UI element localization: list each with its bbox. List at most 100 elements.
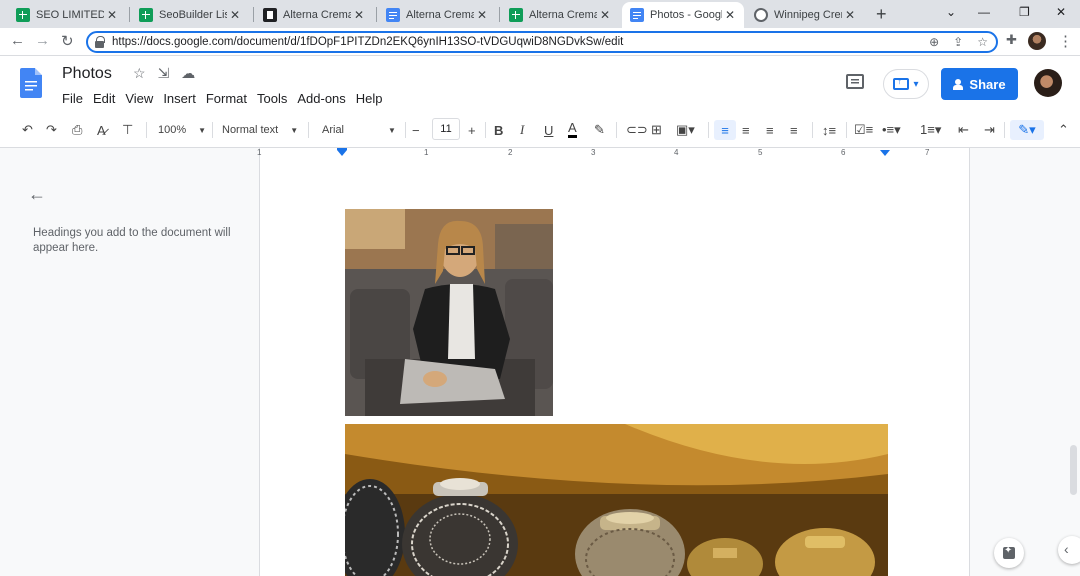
menu-help[interactable]: Help	[356, 91, 383, 106]
ruler-number: 1	[257, 148, 262, 157]
url-field[interactable]: https://docs.google.com/document/d/1fDOp…	[86, 31, 998, 53]
underline-button[interactable]: U	[544, 120, 553, 140]
move-icon[interactable]: ⇲	[158, 65, 170, 82]
font-family-select[interactable]: Arial ▼	[322, 120, 402, 140]
forward-icon[interactable]: →	[35, 32, 50, 49]
close-tab-icon[interactable]: ✕	[597, 8, 613, 22]
highlight-color-icon[interactable]: ✎	[594, 120, 605, 140]
ruler-page-area[interactable]: 1 1 2 3 4 5 6 7	[257, 148, 970, 160]
dropdown-arrow-icon: ▼	[388, 125, 396, 135]
close-outline-arrow-icon[interactable]: ←	[28, 184, 46, 205]
insert-link-icon[interactable]: ⊂⊃	[626, 120, 648, 140]
align-left-icon[interactable]: ≡	[714, 120, 736, 140]
collapse-menus-icon[interactable]: ⌃	[1058, 120, 1069, 140]
site-favicon-icon	[263, 8, 277, 22]
numbered-list-icon[interactable]: 1≡▾	[920, 120, 941, 140]
close-window-icon[interactable]: ✕	[1056, 5, 1066, 19]
decrease-indent-icon[interactable]: ⇤	[958, 120, 969, 140]
share-button[interactable]: Share	[941, 68, 1018, 100]
menu-addons[interactable]: Add-ons	[297, 91, 345, 106]
side-panel-toggle-icon[interactable]: ‹	[1058, 536, 1080, 564]
style-value: Normal text	[222, 124, 279, 136]
browser-tab[interactable]: Winnipeg Crema ✕	[746, 2, 864, 28]
star-icon[interactable]: ☆	[133, 65, 146, 82]
menu-tools[interactable]: Tools	[257, 91, 287, 106]
ruler-number: 6	[841, 148, 846, 157]
browser-tab-active[interactable]: Photos - Google ✕	[622, 2, 744, 28]
toolbar-divider	[846, 122, 847, 138]
menu-edit[interactable]: Edit	[93, 91, 115, 106]
document-title[interactable]: Photos	[62, 65, 112, 83]
account-avatar[interactable]	[1034, 69, 1062, 97]
align-center-icon[interactable]: ≡	[742, 120, 750, 140]
checklist-icon[interactable]: ☑≡	[854, 120, 873, 140]
line-spacing-icon[interactable]: ↕≡	[822, 120, 836, 140]
paint-format-icon[interactable]: ⊤	[122, 120, 133, 140]
cloud-status-icon[interactable]: ☁	[181, 65, 195, 82]
browser-tab[interactable]: Alterna Crematio ✕	[378, 2, 496, 28]
dropdown-arrow-icon: ▼	[290, 125, 299, 135]
print-icon[interactable]: ⎙	[72, 120, 82, 140]
bold-button[interactable]: B	[494, 120, 503, 140]
back-icon[interactable]: ←	[10, 32, 25, 49]
tab-separator	[129, 7, 130, 22]
increase-font-size-icon[interactable]: +	[468, 120, 476, 140]
add-comment-icon[interactable]: ⊞	[651, 120, 662, 140]
italic-button[interactable]: I	[520, 120, 524, 140]
decrease-font-size-icon[interactable]: −	[412, 120, 420, 140]
font-size-input[interactable]: 11	[432, 118, 460, 140]
menu-format[interactable]: Format	[206, 91, 247, 106]
close-tab-icon[interactable]: ✕	[104, 8, 120, 22]
menu-view[interactable]: View	[125, 91, 153, 106]
menu-insert[interactable]: Insert	[163, 91, 196, 106]
vertical-scrollbar[interactable]	[1068, 160, 1080, 576]
restore-icon[interactable]: ❐	[1019, 5, 1030, 19]
close-tab-icon[interactable]: ✕	[351, 8, 367, 22]
present-button[interactable]: ▾	[883, 69, 929, 99]
toolbar-divider	[146, 122, 147, 138]
close-tab-icon[interactable]: ✕	[474, 8, 490, 22]
minimize-icon[interactable]: —	[978, 5, 990, 19]
editing-mode-icon[interactable]: ✎▾	[1010, 120, 1044, 140]
lock-icon[interactable]	[95, 36, 105, 48]
undo-icon[interactable]: ↶	[22, 120, 33, 140]
browser-tab[interactable]: Alterna Crematio ✕	[501, 2, 619, 28]
urns-photo[interactable]	[345, 424, 888, 576]
google-sheets-icon	[139, 8, 153, 22]
justify-icon[interactable]: ≡	[790, 120, 798, 140]
spellcheck-icon[interactable]: A̷	[97, 120, 106, 140]
zoom-icon[interactable]: ⊕	[929, 35, 939, 49]
ruler-number: 7	[925, 148, 930, 157]
share-page-icon[interactable]: ⇪	[953, 35, 963, 49]
browser-tab[interactable]: Alterna Crematio ✕	[255, 2, 373, 28]
extensions-icon[interactable]: ✚	[1006, 32, 1017, 48]
browser-tab[interactable]: SeoBuilder List - ✕	[131, 2, 249, 28]
right-indent-marker[interactable]	[880, 150, 890, 156]
left-indent-marker[interactable]	[337, 150, 347, 156]
align-right-icon[interactable]: ≡	[766, 120, 774, 140]
reload-icon[interactable]: ↻	[61, 32, 74, 50]
portrait-photo[interactable]	[345, 209, 553, 416]
tab-title: Alterna Crematio	[283, 9, 351, 21]
menu-file[interactable]: File	[62, 91, 83, 106]
increase-indent-icon[interactable]: ⇥	[984, 120, 995, 140]
explore-button[interactable]	[994, 538, 1024, 568]
comment-history-icon[interactable]	[846, 74, 864, 89]
bulleted-list-icon[interactable]: •≡▾	[882, 120, 901, 140]
close-tab-icon[interactable]: ✕	[722, 8, 738, 22]
zoom-select[interactable]: 100% ▼	[158, 120, 206, 140]
close-tab-icon[interactable]: ✕	[227, 8, 243, 22]
tab-search-icon[interactable]: ⌄	[946, 5, 956, 19]
new-tab-button[interactable]: +	[876, 4, 887, 25]
bookmark-star-icon[interactable]: ☆	[977, 35, 988, 49]
paragraph-style-select[interactable]: Normal text ▼	[222, 120, 302, 140]
text-color-button[interactable]: A	[568, 120, 577, 138]
scrollbar-thumb[interactable]	[1070, 445, 1077, 495]
profile-avatar[interactable]	[1028, 32, 1046, 50]
close-tab-icon[interactable]: ✕	[842, 8, 858, 22]
redo-icon[interactable]: ↷	[46, 120, 57, 140]
browser-menu-icon[interactable]: ⋮	[1058, 32, 1073, 50]
google-docs-logo-icon[interactable]	[20, 68, 42, 98]
browser-tab[interactable]: SEO LIMITED - G ✕	[8, 2, 126, 28]
insert-image-icon[interactable]: ▣▾	[676, 120, 695, 140]
